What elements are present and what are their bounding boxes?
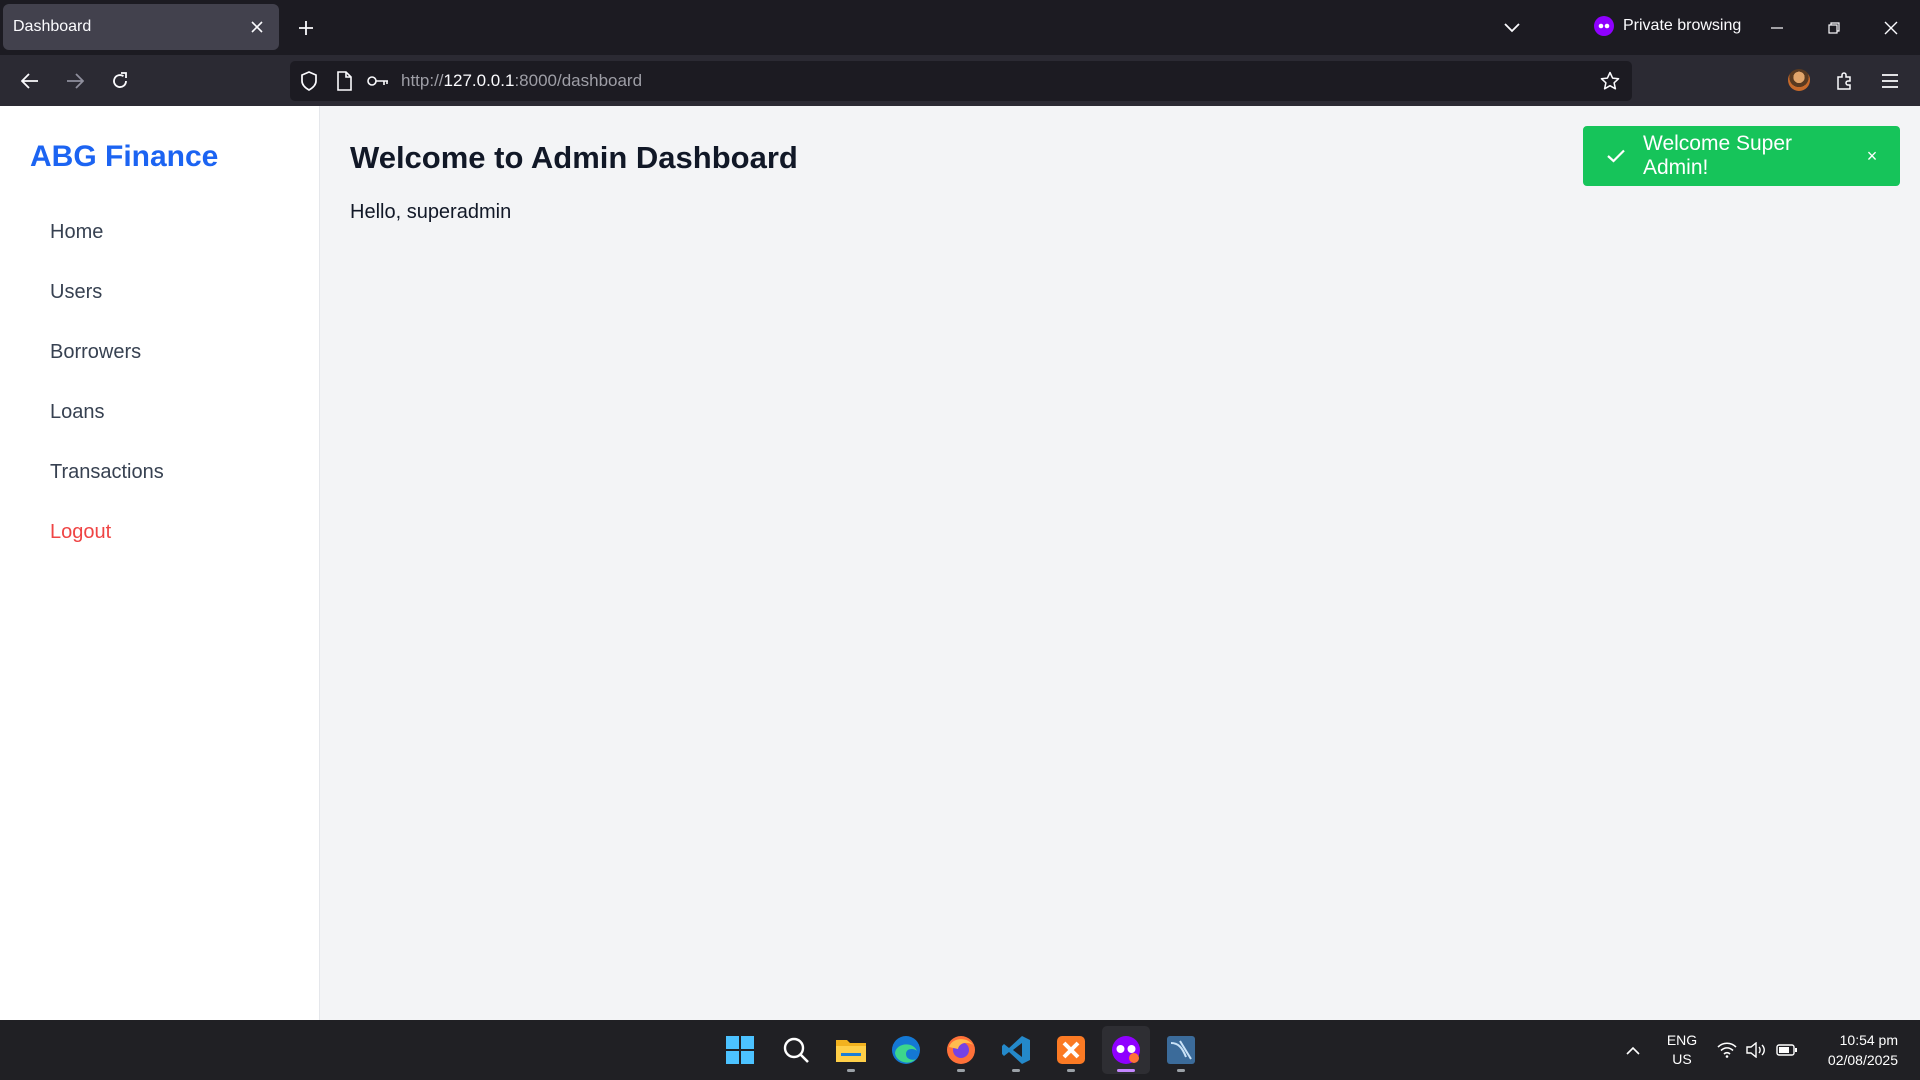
check-icon [1605,145,1627,167]
wifi-icon[interactable] [1715,1020,1739,1080]
tab-dashboard[interactable]: Dashboard [3,4,279,50]
forward-arrow-icon[interactable] [57,63,93,99]
browser-tab-bar: Dashboard Private browsing [0,0,1920,55]
new-tab-button[interactable] [291,13,321,43]
toast-close-icon[interactable]: × [1862,146,1882,166]
windows-start-icon[interactable] [716,1026,764,1074]
sidebar-item-home[interactable]: Home [50,221,103,244]
firefox-private-icon[interactable] [1102,1026,1150,1074]
language-indicator[interactable]: ENG US [1662,1031,1702,1069]
system-clock[interactable]: 10:54 pm 02/08/2025 [1808,1030,1898,1070]
reload-icon[interactable] [102,63,138,99]
browser-nav-bar: http://127.0.0.1:8000/dashboard [0,55,1920,106]
battery-icon[interactable] [1775,1020,1799,1080]
shield-icon[interactable] [298,70,320,92]
account-avatar[interactable] [1788,69,1810,91]
extensions-puzzle-icon[interactable] [1827,63,1863,99]
list-all-tabs-chevron-down-icon[interactable] [1497,13,1527,43]
mysql-workbench-icon[interactable] [1157,1026,1205,1074]
page-icon[interactable] [333,70,355,92]
show-hidden-icons-chevron-up-icon[interactable] [1620,1020,1646,1080]
private-browsing-label: Private browsing [1623,17,1742,34]
address-bar[interactable]: http://127.0.0.1:8000/dashboard [290,61,1632,101]
greeting-text: Hello, superadmin [350,201,512,223]
xampp-icon[interactable] [1047,1026,1095,1074]
file-explorer-icon[interactable] [827,1026,875,1074]
tab-title: Dashboard [13,18,92,35]
main-content: Welcome to Admin Dashboard Hello, supera… [321,106,1920,1020]
vscode-icon[interactable] [992,1026,1040,1074]
sidebar-item-loans[interactable]: Loans [50,401,105,424]
sidebar-item-transactions[interactable]: Transactions [50,461,164,484]
page-title: Welcome to Admin Dashboard [350,140,798,175]
sidebar-item-borrowers[interactable]: Borrowers [50,341,141,364]
sidebar-item-logout[interactable]: Logout [50,521,111,544]
private-mask-icon [1594,16,1614,36]
url-text[interactable]: http://127.0.0.1:8000/dashboard [401,71,642,91]
back-arrow-icon[interactable] [12,63,48,99]
sidebar: ABG Finance Home Users Borrowers Loans T… [0,106,320,1020]
volume-icon[interactable] [1744,1020,1768,1080]
edge-icon[interactable] [882,1026,930,1074]
search-icon[interactable] [772,1026,820,1074]
menu-hamburger-icon[interactable] [1872,63,1908,99]
minimize-icon[interactable] [1759,10,1795,46]
tab-close-icon[interactable] [245,15,269,39]
bookmark-star-icon[interactable] [1599,70,1621,92]
restore-icon[interactable] [1816,10,1852,46]
key-icon[interactable] [367,70,389,92]
firefox-icon[interactable] [937,1026,985,1074]
private-browsing-indicator: Private browsing [1594,16,1741,36]
close-window-icon[interactable] [1873,10,1909,46]
taskbar: ENG US 10:54 pm 02/08/2025 [0,1020,1920,1080]
brand-logo-text[interactable]: ABG Finance [30,140,218,174]
success-toast: Welcome Super Admin! × [1583,126,1900,186]
toast-message: Welcome Super Admin! [1643,132,1793,179]
sidebar-item-users[interactable]: Users [50,281,102,304]
